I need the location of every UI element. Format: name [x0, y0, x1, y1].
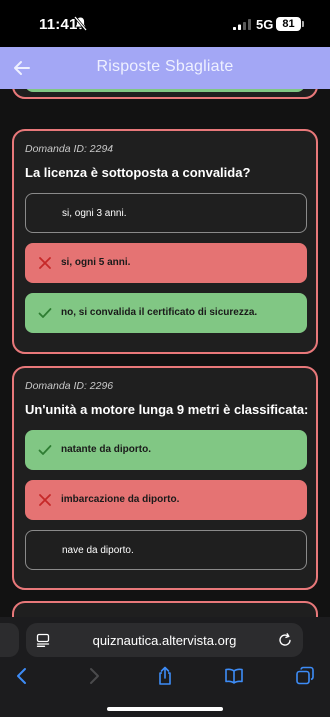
network-label: 5G: [256, 17, 274, 32]
browser-toolbar: quiznautica.altervista.org: [0, 617, 330, 717]
check-icon: [38, 445, 52, 455]
close-icon: [39, 257, 51, 269]
answer-label: natante da diporto.: [61, 444, 151, 455]
question-card: Domanda ID: 2294 La licenza è sottoposta…: [12, 129, 318, 354]
answer-label: nave da diporto.: [62, 545, 134, 556]
status-time: 11:41: [39, 16, 78, 33]
forward-icon[interactable]: [84, 666, 104, 686]
signal-icon: [233, 19, 251, 30]
answer-option-correct[interactable]: no, si convalida il certificato di sicur…: [25, 293, 307, 333]
tabs-icon[interactable]: [295, 666, 315, 686]
back-icon[interactable]: [12, 666, 32, 686]
battery-level: 81: [282, 18, 295, 30]
answer-label: no, si convalida il certificato di sicur…: [61, 307, 258, 318]
answer-option-correct-partial: [25, 89, 305, 92]
page-title: Risposte Sbagliate: [96, 58, 234, 75]
reload-icon[interactable]: [277, 632, 293, 648]
status-bar: 11:41 5G 81: [0, 0, 330, 47]
answer-label: si, ogni 3 anni.: [62, 208, 127, 219]
answer-option-correct[interactable]: natante da diporto.: [25, 430, 307, 470]
share-icon[interactable]: [155, 666, 175, 686]
question-text: Un'unità a motore lunga 9 metri è classi…: [25, 402, 309, 417]
close-icon: [39, 494, 51, 506]
answer-option[interactable]: si, ogni 3 anni.: [25, 193, 307, 233]
question-card: Domanda ID: 2296 Un'unità a motore lunga…: [12, 366, 318, 590]
home-indicator[interactable]: [107, 707, 223, 711]
battery-icon: 81: [276, 17, 301, 31]
address-bar[interactable]: quiznautica.altervista.org: [26, 623, 303, 657]
question-id: Domanda ID: 2294: [25, 143, 114, 155]
answer-label: si, ogni 5 anni.: [61, 257, 131, 268]
answer-option[interactable]: nave da diporto.: [25, 530, 307, 570]
wrong-answers-list[interactable]: Domanda ID: 2294 La licenza è sottoposta…: [0, 89, 330, 617]
previous-tab-preview[interactable]: [0, 623, 19, 657]
question-card-next: [12, 601, 318, 617]
check-icon: [38, 308, 52, 318]
bell-muted-icon: [74, 16, 87, 31]
bookmarks-icon[interactable]: [224, 666, 244, 686]
answer-label: imbarcazione da diporto.: [61, 494, 180, 505]
url-text: quiznautica.altervista.org: [92, 633, 237, 648]
answer-option-wrong[interactable]: imbarcazione da diporto.: [25, 480, 307, 520]
question-text: La licenza è sottoposta a convalida?: [25, 165, 251, 180]
answer-option-wrong[interactable]: si, ogni 5 anni.: [25, 243, 307, 283]
question-id: Domanda ID: 2296: [25, 380, 114, 392]
battery-tip: [302, 21, 304, 27]
app-bar: Risposte Sbagliate: [0, 47, 330, 89]
question-card-previous: [12, 89, 318, 99]
